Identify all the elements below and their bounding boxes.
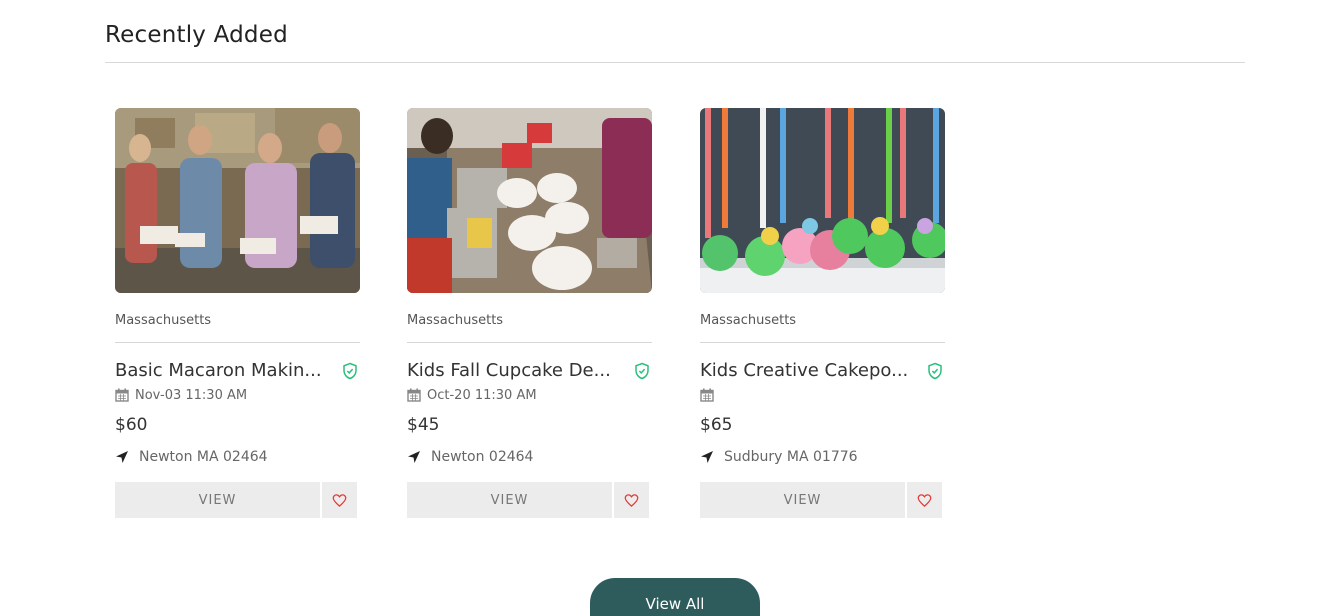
card-divider [700,342,945,343]
event-date: Oct-20 11:30 AM [427,387,537,403]
card-divider [115,342,360,343]
event-title[interactable]: Kids Creative Cakepo... [700,359,910,383]
calendar-icon [115,388,129,402]
card-divider [407,342,652,343]
event-price: $45 [407,415,440,435]
verified-shield-icon [633,362,651,380]
section-title: Recently Added [105,22,288,48]
event-region: Massachusetts [115,313,212,328]
favorite-button[interactable] [907,482,942,518]
event-image[interactable] [407,108,652,293]
event-location: Newton 02464 [431,449,534,465]
event-region: Massachusetts [407,313,504,328]
event-title[interactable]: Kids Fall Cupcake De... [407,359,617,383]
event-card: Massachusetts Kids Fall Cupcake De... Oc… [407,108,652,518]
verified-shield-icon [341,362,359,380]
view-all-button[interactable]: View All [590,578,760,616]
section-divider [105,62,1245,63]
event-location: Sudbury MA 01776 [724,449,858,465]
event-title[interactable]: Basic Macaron Makin... [115,359,325,383]
event-price: $60 [115,415,148,435]
event-price: $65 [700,415,733,435]
favorite-button[interactable] [322,482,357,518]
calendar-icon [700,388,714,402]
navigation-arrow-icon [407,450,421,464]
view-button[interactable]: VIEW [700,482,905,518]
event-location: Newton MA 02464 [139,449,268,465]
favorite-button[interactable] [614,482,649,518]
heart-icon [332,493,347,507]
event-card: Massachusetts Basic Macaron Makin... Nov… [115,108,360,518]
heart-icon [917,493,932,507]
view-button[interactable]: VIEW [407,482,612,518]
navigation-arrow-icon [115,450,129,464]
event-date: Nov-03 11:30 AM [135,387,248,403]
event-image[interactable] [115,108,360,293]
event-region: Massachusetts [700,313,797,328]
view-button[interactable]: VIEW [115,482,320,518]
heart-icon [624,493,639,507]
event-card: Massachusetts Kids Creative Cakepo... $6… [700,108,945,518]
event-image[interactable] [700,108,945,293]
calendar-icon [407,388,421,402]
verified-shield-icon [926,362,944,380]
navigation-arrow-icon [700,450,714,464]
